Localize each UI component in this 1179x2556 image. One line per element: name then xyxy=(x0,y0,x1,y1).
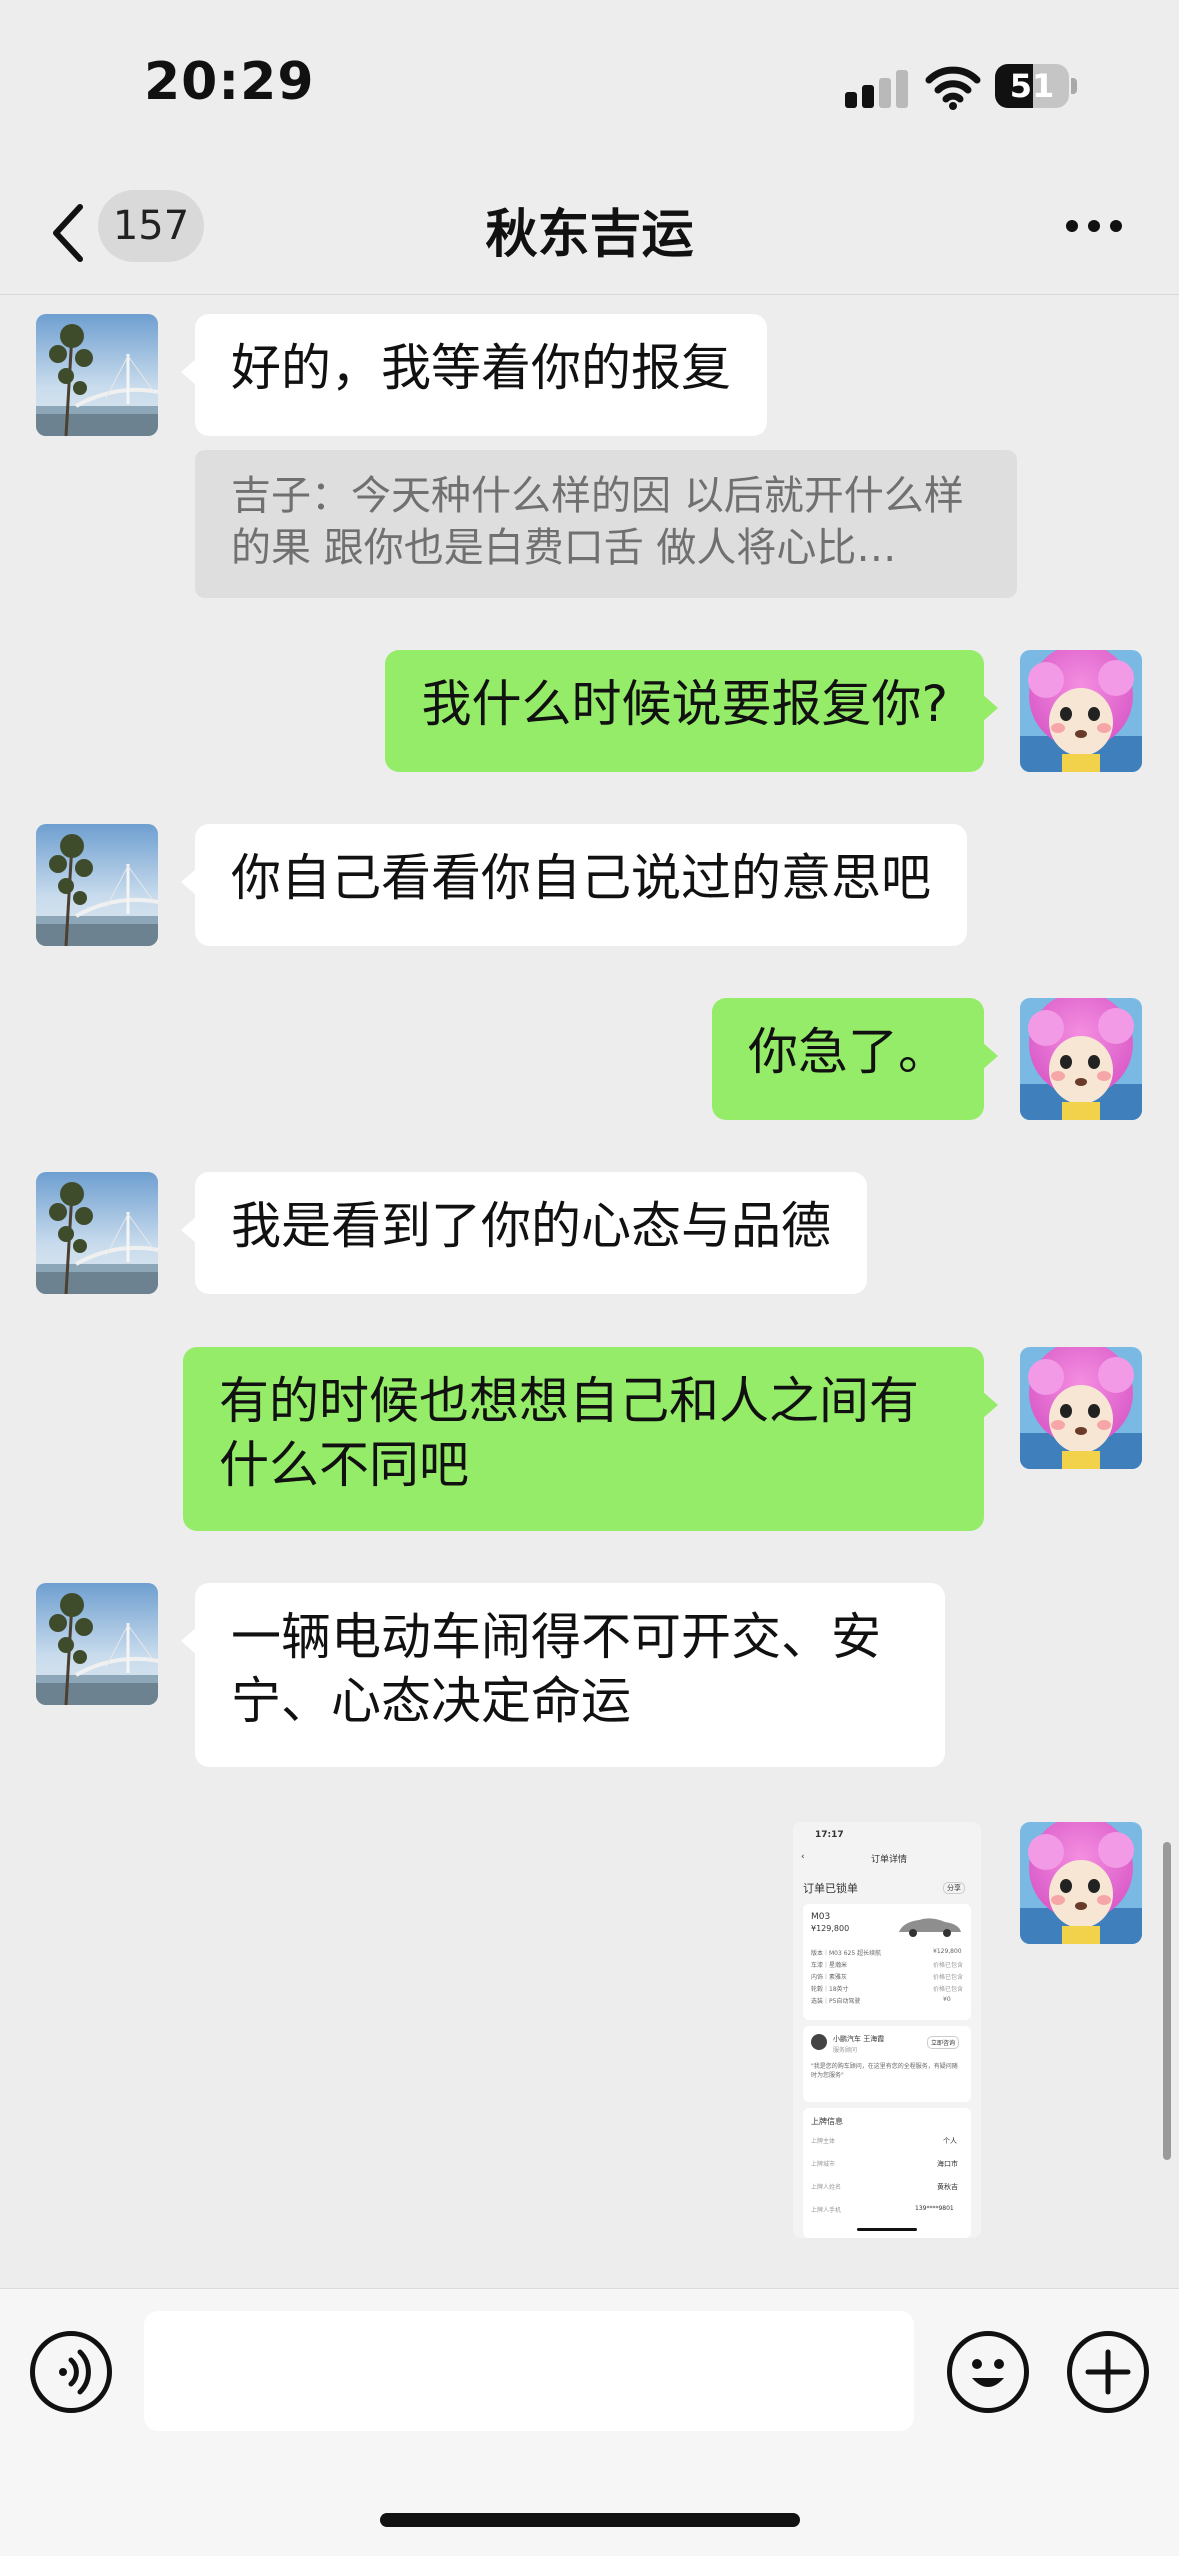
home-indicator[interactable] xyxy=(380,2513,800,2527)
thumb-row: 版本｜M03 625 超长续航 xyxy=(811,1950,882,1957)
message-input[interactable] xyxy=(144,2311,914,2431)
thumb-contact-avatar xyxy=(811,2034,827,2050)
thumb-plate-label: 上牌城市 xyxy=(811,2161,836,2168)
thumb-plate-value: 个人 xyxy=(943,2137,957,2145)
thumb-row: 轮毂｜18英寸 xyxy=(811,1986,849,1993)
thumb-row: 车漆｜星瀚米 xyxy=(811,1962,848,1969)
plus-icon xyxy=(1085,2349,1131,2395)
message-bubble-incoming[interactable]: 你自己看看你自己说过的意思吧 xyxy=(181,824,967,946)
thumb-contact-role: 服务顾问 xyxy=(833,2047,858,2054)
thumb-row: 选装｜P5自动驾驶 xyxy=(811,1998,861,2005)
thumb-row-value: ¥0 xyxy=(943,1996,951,2003)
my-avatar[interactable] xyxy=(1020,1822,1142,1944)
thumb-price: ¥129,800 xyxy=(811,1924,850,1933)
image-message[interactable]: 17:17 ‹ 订单详情 订单已锁单 分享 M03 ¥129,800 版本｜M0… xyxy=(793,1822,981,2238)
message-bubble-outgoing[interactable]: 我什么时候说要报复你? xyxy=(385,650,998,772)
thumb-plate-card: 上牌信息 上牌主体 个人 上牌城市 海口市 上牌人姓名 黄秋吉 上牌人手机 13… xyxy=(803,2108,971,2238)
thumb-contact-card: 小鹏汽车 王海霞 服务顾问 立即咨询 "我是您的购车顾问，在这里有您的全程服务，… xyxy=(803,2026,971,2102)
emoji-button[interactable] xyxy=(947,2331,1029,2413)
thumb-order-card: M03 ¥129,800 版本｜M03 625 超长续航 ¥129,800 车漆… xyxy=(803,1904,971,2020)
wifi-icon xyxy=(925,66,981,110)
thumb-plate-label: 上牌人手机 xyxy=(811,2207,842,2214)
message-bubble-incoming[interactable]: 好的，我等着你的报复 xyxy=(181,314,767,436)
thumb-home-indicator xyxy=(857,2228,917,2231)
contact-avatar[interactable] xyxy=(36,1583,158,1705)
thumb-contact-note: "我是您的购车顾问，在这里有您的全程服务，有疑问随时为您服务" xyxy=(811,2063,958,2079)
quoted-message[interactable]: 吉子：今天种什么样的因 以后就开什么样的果 跟你也是白费口舌 做人将心比… xyxy=(195,450,1017,598)
more-icon[interactable] xyxy=(1066,220,1122,234)
thumb-time: 17:17 xyxy=(815,1830,844,1840)
my-avatar[interactable] xyxy=(1020,650,1142,772)
thumb-plate-value: 海口市 xyxy=(937,2160,958,2168)
scrollbar[interactable] xyxy=(1163,1842,1171,2160)
emoji-icon xyxy=(972,2359,1004,2387)
thumb-plate-label: 上牌人姓名 xyxy=(811,2184,842,2191)
thumb-contact-name: 小鹏汽车 王海霞 xyxy=(833,2035,885,2043)
thumb-contact-button: 立即咨询 xyxy=(927,2036,960,2049)
thumb-row: 内饰｜素雅灰 xyxy=(811,1974,848,1981)
thumb-row-value: 价格已包含 xyxy=(933,1962,964,1969)
chat-header: 157 秋东吉运 xyxy=(0,175,1179,295)
voice-icon xyxy=(59,2349,91,2395)
thumb-plate-value: 139****9801 xyxy=(915,2205,954,2212)
thumb-back-icon: ‹ xyxy=(801,1852,805,1862)
thumb-title: 订单详情 xyxy=(871,1855,908,1865)
message-bubble-incoming[interactable]: 一辆电动车闹得不可开交、安宁、心态决定命运 xyxy=(181,1583,945,1767)
thumb-plate-label: 上牌主体 xyxy=(811,2138,836,2145)
chat-title: 秋东吉运 xyxy=(485,205,694,265)
thumb-plate-value: 黄秋吉 xyxy=(937,2183,958,2191)
thumb-row-value: 价格已包含 xyxy=(933,1974,964,1981)
contact-avatar[interactable] xyxy=(36,314,158,436)
thumb-status: 订单已锁单 xyxy=(803,1882,858,1895)
thumb-share: 分享 xyxy=(943,1882,965,1894)
signal-icon xyxy=(845,70,915,108)
voice-input-button[interactable] xyxy=(30,2331,112,2413)
thumb-plate-title: 上牌信息 xyxy=(811,2117,843,2126)
battery-percent: 51 xyxy=(1009,67,1055,105)
more-actions-button[interactable] xyxy=(1067,2331,1149,2413)
message-bubble-outgoing[interactable]: 你急了。 xyxy=(712,998,998,1120)
thumb-model: M03 xyxy=(811,1912,831,1922)
status-time: 20:29 xyxy=(144,52,315,112)
thumb-row-value: ¥129,800 xyxy=(933,1948,962,1955)
message-bubble-incoming[interactable]: 我是看到了你的心态与品德 xyxy=(181,1172,867,1294)
contact-avatar[interactable] xyxy=(36,1172,158,1294)
car-icon xyxy=(899,1918,961,1937)
battery-icon: 51 xyxy=(995,64,1077,108)
my-avatar[interactable] xyxy=(1020,998,1142,1120)
contact-avatar[interactable] xyxy=(36,824,158,946)
status-bar: 20:29 51 xyxy=(0,0,1179,175)
thumb-row-value: 价格已包含 xyxy=(933,1986,964,1993)
message-bubble-outgoing[interactable]: 有的时候也想想自己和人之间有什么不同吧 xyxy=(183,1347,998,1531)
my-avatar[interactable] xyxy=(1020,1347,1142,1469)
